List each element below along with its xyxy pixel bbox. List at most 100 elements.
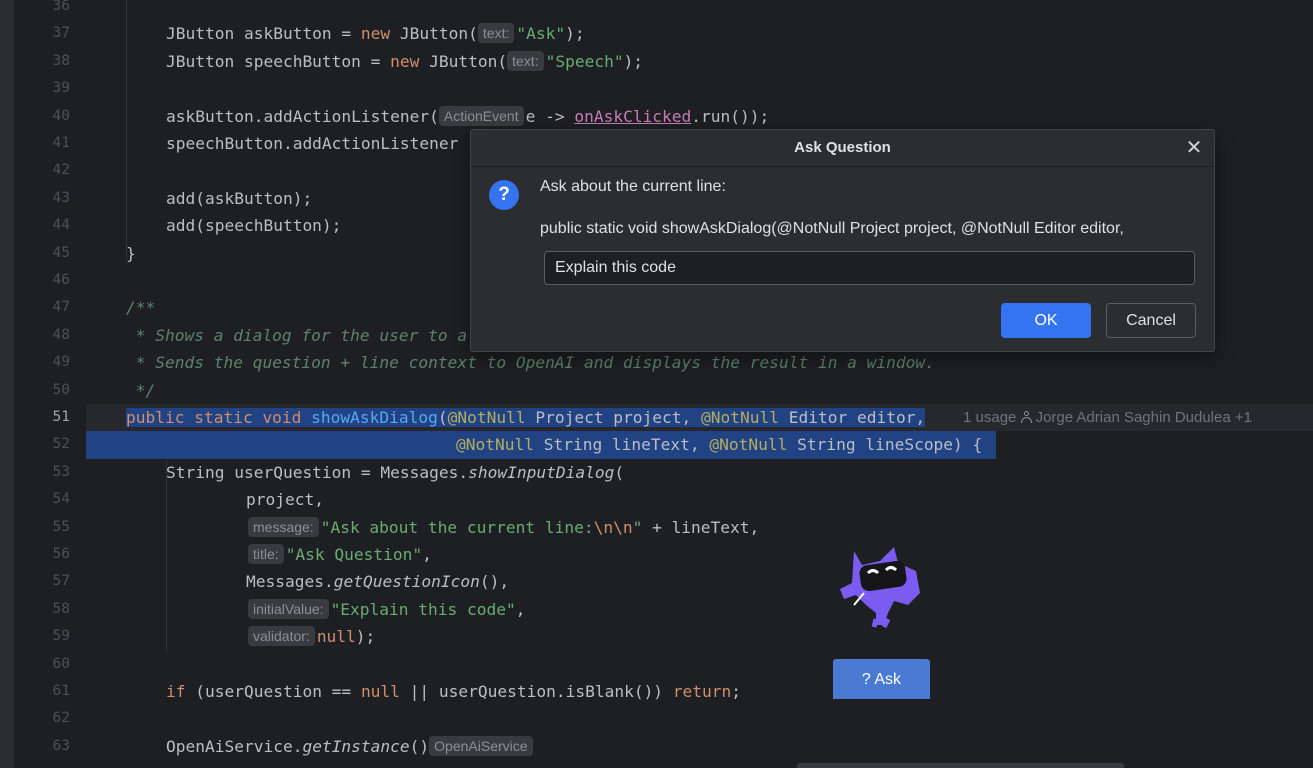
line-number: 43 [52,189,70,206]
method-link: onAskClicked [574,106,692,126]
code-line: Messages.getQuestionIcon(), [86,568,1313,595]
line-number: 42 [52,162,70,179]
code-line: initialValue: "Explain this code", [86,596,1313,623]
ok-button[interactable]: OK [1001,303,1091,338]
code-line: JButton speechButton = new JButton(text:… [86,48,1313,75]
line-number: 57 [52,573,70,590]
escape: \n\n [593,517,633,537]
code-token: JButton( [390,24,478,44]
code-line: OpenAiService.getInstance() OpenAiService [86,733,1313,760]
string: "Explain this code" [330,599,516,619]
annotation: @NotNull [456,435,534,455]
line-number: 63 [52,737,70,754]
line-number: 40 [52,107,70,124]
code-line: public static void showAskDialog(@NotNul… [86,404,1313,432]
line-numbers: 36 37 38 39 40 41 42 43 44 45 46 47 48 49 50 51 52 53 54 55… [0,0,86,768]
line-number: 50 [52,381,70,398]
line-number: 39 [52,80,70,97]
code-token: Project project, [525,408,702,427]
code-token: } [126,243,136,263]
code-token: String userQuestion = Messages. [166,462,469,482]
line-number: 41 [52,135,70,151]
string: "Ask Question" [285,545,423,564]
string: "Speech" [545,51,624,71]
code-token: askButton.addActionListener( [166,106,439,126]
code-line: askButton.addActionListener(ActionEvent e… [86,103,1313,130]
method-name: showAskDialog [311,408,438,427]
line-number: 45 [52,244,70,261]
code-token: ; [731,682,742,701]
static-method: getInstance [302,736,410,756]
code-token: (), [479,572,510,592]
code-line: @NotNull String lineText, @NotNull Strin… [86,431,1313,459]
cancel-button[interactable]: Cancel [1106,303,1196,338]
person-icon [1020,411,1032,423]
code-token: speechButton.addActionListener [166,134,459,153]
author-link[interactable]: Jorge Adrian Saghin Dudulea +1 [1036,409,1252,426]
param-hint: text: [507,50,544,71]
line-number: 53 [52,463,70,480]
code-token: + lineText, [642,517,760,537]
code-line: */ [86,377,1313,404]
code-line: String userQuestion = Messages.showInput… [86,459,1313,486]
code-vision[interactable]: 1 usage Jorge Adrian Saghin Dudulea +1 [963,404,1252,431]
line-number: 38 [52,52,70,69]
param-hint: initialValue: [248,598,329,619]
code-token: e -> [525,106,575,126]
code-line: title: "Ask Question", [86,541,1313,568]
param-hint: title: [248,544,284,564]
line-number: 58 [52,600,70,617]
line-number: 59 [52,628,70,645]
string: "Ask" [516,24,566,44]
code-token: project, [246,490,324,510]
code-token: JButton askButton = [166,24,361,44]
line-number: 55 [52,518,70,535]
code-token: ); [565,24,585,44]
annotation: @NotNull [447,408,526,427]
code-token: Messages. [246,572,334,592]
static-method: getQuestionIcon [333,572,480,592]
code-token: , [422,545,432,564]
line-number: 46 [52,272,70,288]
question-input[interactable] [544,251,1195,285]
keyword: new [390,51,420,71]
usages-link[interactable]: 1 usage [963,409,1016,426]
code-line: validator: null); [86,623,1313,650]
line-number: 48 [52,326,70,343]
keyword: if [166,682,186,701]
ask-button[interactable]: ? Ask [833,659,930,699]
code-editor[interactable]: JButton askButton = new JButton(text: "As… [86,0,1313,768]
type-hint: OpenAiService [429,735,533,756]
code-token: add(speechButton); [166,216,342,236]
selection-text: @NotNull String lineText, @NotNull Strin… [456,435,983,455]
line-number: 60 [52,655,70,672]
code-token: String lineScope) { [787,435,983,455]
code-token: add(askButton); [166,188,313,208]
comment: */ [126,380,156,400]
selection: public static void showAskDialog(@NotNul… [126,408,926,427]
code-line: JButton askButton = new JButton(text: "As… [86,20,1313,47]
line-number: 49 [52,354,70,371]
line-number: 54 [52,491,70,508]
keyword: new [360,24,391,44]
annotation: @NotNull [701,408,779,427]
keyword: return [672,682,732,701]
param-hint: message: [248,516,319,537]
line-number: 62 [52,710,70,727]
code-token: , [515,599,526,619]
code-token: String lineText, [533,435,710,455]
keyword: public static void [126,408,312,427]
code-token: || userQuestion.isBlank()) [399,682,673,701]
close-icon[interactable]: ✕ [1184,138,1204,158]
line-number: 47 [52,299,70,316]
code-token: ( [437,408,448,427]
comment: /** [126,298,156,318]
param-hint: text: [477,23,515,44]
static-method: showInputDialog [468,462,615,482]
bottom-popup-edge [797,763,1124,768]
dialog-line-text: public static void showAskDialog(@NotNul… [540,220,1124,237]
keyword: null [360,682,400,701]
cat-mascot-icon [840,547,920,629]
